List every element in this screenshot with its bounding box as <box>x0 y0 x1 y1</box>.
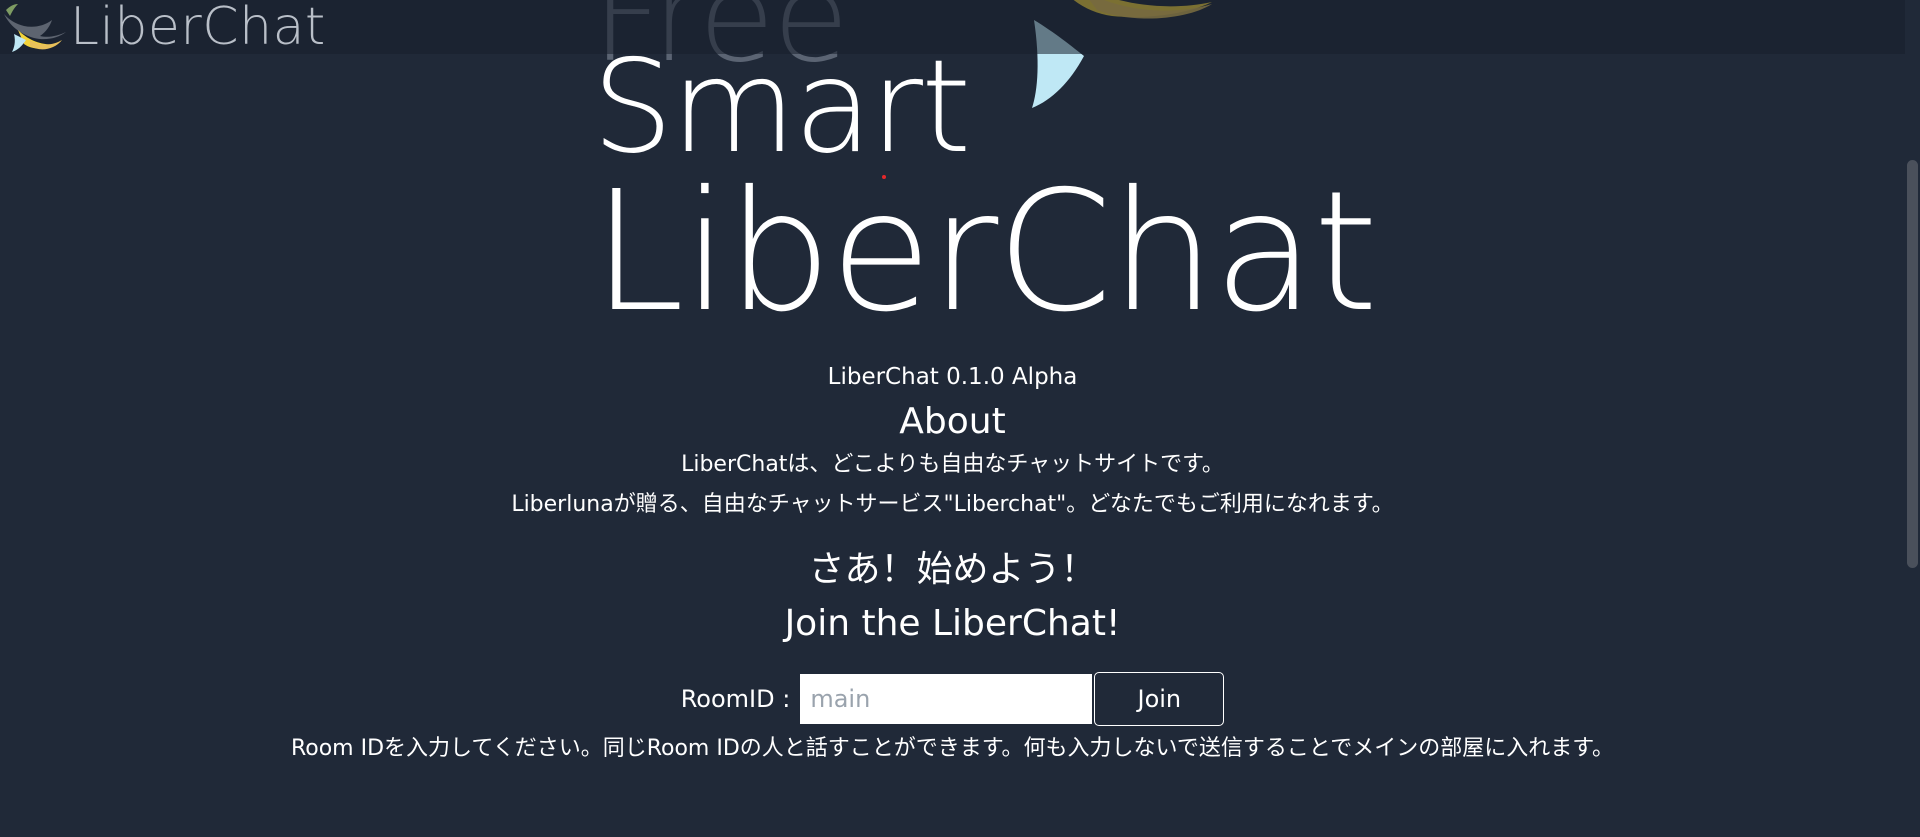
start-heading-ja: さあ！始めよう！ <box>808 549 1097 590</box>
red-dot <box>882 175 886 179</box>
start-heading-en: Join the LiberChat! <box>784 603 1121 644</box>
brand-name: LiberChat <box>70 0 326 57</box>
brand[interactable]: LiberChat <box>0 0 326 54</box>
version-text: LiberChat 0.1.0 Alpha <box>827 364 1078 390</box>
room-id-input[interactable] <box>800 674 1093 724</box>
room-form: RoomID : Join <box>0 671 1905 727</box>
about-heading: About <box>899 401 1006 442</box>
scrollbar[interactable] <box>1905 0 1920 837</box>
about-line-1: LiberChatは、どこよりも自由なチャットサイトです。 <box>681 452 1224 477</box>
hero-line-liberchat: LiberChat <box>592 156 1378 349</box>
hero-line-smart: Smart <box>592 33 971 182</box>
about-line-2: Liberlunaが贈る、自由なチャットサービス"Liberchat"。どなたで… <box>511 492 1394 517</box>
join-button[interactable]: Join <box>1094 672 1225 726</box>
liberchat-bird-logo-icon <box>4 4 66 52</box>
scrollbar-thumb[interactable] <box>1907 160 1918 568</box>
page: Free Smart LiberChat LiberChat LiberChat… <box>0 0 1920 837</box>
main-content: LiberChat 0.1.0 Alpha About LiberChatは、ど… <box>0 355 1905 769</box>
room-id-label: RoomID : <box>680 685 791 713</box>
room-id-help-text: Room IDを入力してください。同じRoom IDの人と話すことができます。何… <box>290 736 1615 761</box>
